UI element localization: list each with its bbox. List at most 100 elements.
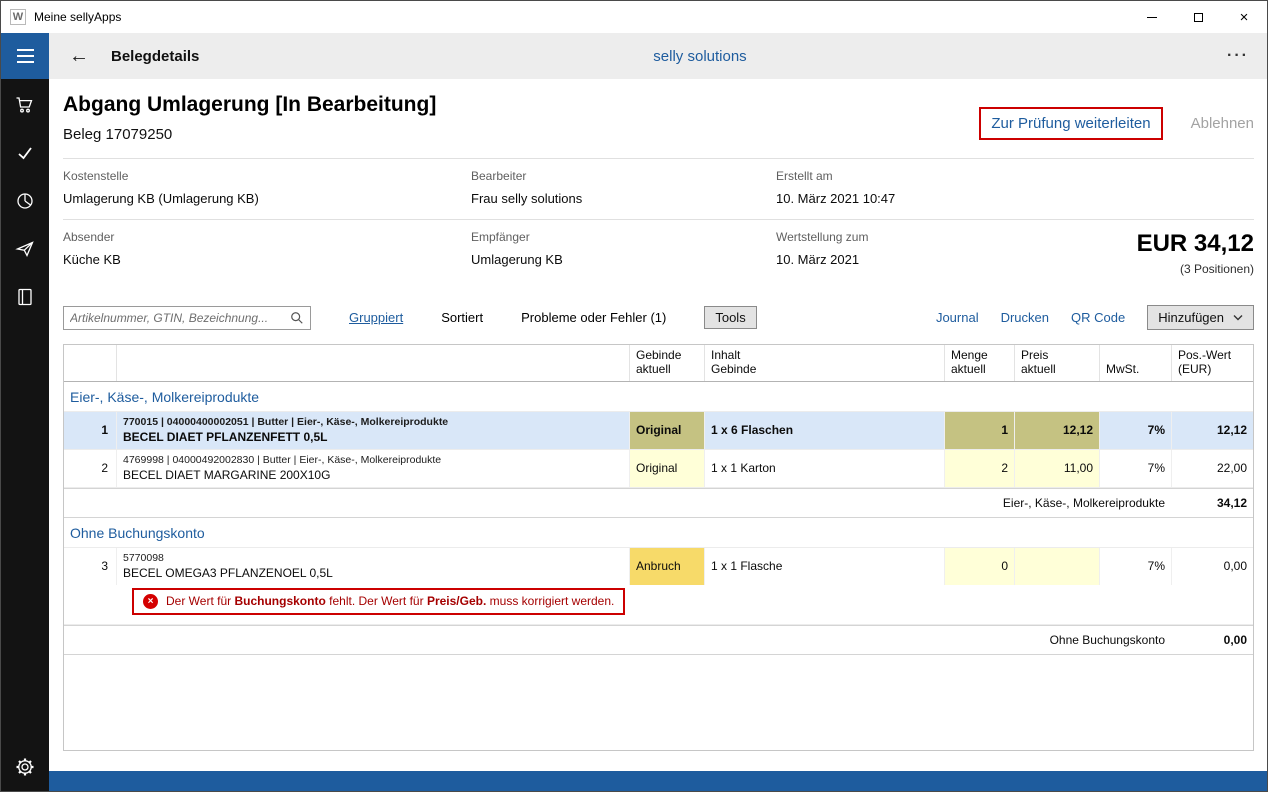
article-cell: 5770098 BECEL OMEGA3 PFLANZENOEL 0,5L (117, 548, 630, 585)
col-mwst: MwSt. (1100, 345, 1172, 381)
menge-cell[interactable]: 0 (945, 548, 1015, 585)
article-cell: 770015 | 04000400002051 | Butter | Eier-… (117, 412, 630, 449)
wert-cell: 12,12 (1172, 412, 1253, 449)
info-kostenstelle: Kostenstelle Umlagerung KB (Umlagerung K… (63, 169, 471, 206)
forward-for-review-button[interactable]: Zur Prüfung weiterleiten (979, 107, 1162, 140)
send-icon (15, 239, 35, 259)
hamburger-icon (17, 49, 34, 51)
more-options-icon[interactable]: ··· (1227, 47, 1249, 65)
bottom-accent-bar (49, 771, 1267, 791)
table-row-2[interactable]: 2 4769998 | 04000492002830 | Butter | Ei… (64, 450, 1253, 488)
table-header-row: Gebinde aktuell Inhalt Gebinde Menge akt… (64, 345, 1253, 382)
group-header-ohne-buchungskonto: Ohne Buchungskonto (64, 518, 1253, 548)
wert-cell: 0,00 (1172, 548, 1253, 585)
journal-icon (15, 287, 35, 307)
document-title: Abgang Umlagerung [In Bearbeitung] (63, 93, 436, 117)
search-icon[interactable] (290, 311, 304, 325)
reject-button[interactable]: Ablehnen (1191, 115, 1254, 132)
gebinde-cell[interactable]: Original (630, 412, 705, 449)
positions-table: Gebinde aktuell Inhalt Gebinde Menge akt… (63, 344, 1254, 751)
close-icon: × (1240, 10, 1249, 25)
gebinde-cell[interactable]: Anbruch (630, 548, 705, 585)
table-row-3[interactable]: 3 5770098 BECEL OMEGA3 PFLANZENOEL 0,5L … (64, 548, 1253, 585)
mwst-cell: 7% (1100, 450, 1172, 487)
group-total-value: 34,12 (1172, 496, 1253, 510)
check-icon (15, 143, 35, 163)
journal-link[interactable]: Journal (936, 310, 979, 325)
maximize-icon (1194, 13, 1203, 22)
col-inhalt: Inhalt Gebinde (705, 345, 945, 381)
row-error-container: × Der Wert für Buchungskonto fehlt. Der … (64, 585, 1253, 625)
minimize-button[interactable] (1129, 1, 1175, 33)
article-meta: 5770098 (123, 552, 164, 564)
article-name: BECEL DIAET MARGARINE 200X10G (123, 468, 330, 482)
col-wert: Pos.-Wert (EUR) (1172, 345, 1253, 381)
info-row-2: Absender Küche KB Empfänger Umlagerung K… (63, 220, 1254, 289)
mwst-cell: 7% (1100, 548, 1172, 585)
info-bearbeiter: Bearbeiter Frau selly solutions (471, 169, 776, 206)
info-erstellt-am: Erstellt am 10. März 2021 10:47 (776, 169, 1076, 206)
article-cell: 4769998 | 04000492002830 | Butter | Eier… (117, 450, 630, 487)
sidebar-item-tasks[interactable] (1, 129, 49, 177)
group-total-value: 0,00 (1172, 633, 1253, 647)
sidebar-item-journal[interactable] (1, 273, 49, 321)
col-number (64, 345, 117, 381)
article-meta: 4769998 | 04000492002830 | Butter | Eier… (123, 454, 441, 466)
problems-link[interactable]: Probleme oder Fehler (1) (521, 310, 666, 325)
sidebar-item-settings[interactable] (1, 743, 49, 791)
gebinde-cell[interactable]: Original (630, 450, 705, 487)
list-toolbar: Gruppiert Sortiert Probleme oder Fehler … (63, 305, 1254, 330)
print-link[interactable]: Drucken (1001, 310, 1049, 325)
col-preis: Preis aktuell (1015, 345, 1100, 381)
title-bar: W Meine sellyApps × (1, 1, 1267, 33)
inhalt-cell: 1 x 1 Karton (705, 450, 945, 487)
info-wertstellung: Wertstellung zum 10. März 2021 (776, 230, 1076, 276)
row-number: 2 (64, 450, 117, 487)
sidebar-item-statistics[interactable] (1, 177, 49, 225)
qr-code-link[interactable]: QR Code (1071, 310, 1125, 325)
document-total: EUR 34,12 (3 Positionen) (1137, 230, 1254, 276)
col-gebinde: Gebinde aktuell (630, 345, 705, 381)
minimize-icon (1147, 17, 1157, 18)
add-button[interactable]: Hinzufügen (1147, 305, 1254, 330)
sidebar-item-cart[interactable] (1, 81, 49, 129)
menge-cell[interactable]: 2 (945, 450, 1015, 487)
preis-cell[interactable]: 11,00 (1015, 450, 1100, 487)
group-total-molkereiprodukte: Eier-, Käse-, Molkereiprodukte 34,12 (64, 488, 1253, 518)
gear-icon (15, 757, 35, 777)
table-row-1[interactable]: 1 770015 | 04000400002051 | Butter | Eie… (64, 412, 1253, 450)
window-controls: × (1129, 1, 1267, 33)
preis-cell[interactable] (1015, 548, 1100, 585)
app-header: ← Belegdetails selly solutions ··· (1, 33, 1267, 79)
cart-icon (15, 95, 35, 115)
maximize-button[interactable] (1175, 1, 1221, 33)
info-absender: Absender Küche KB (63, 230, 471, 276)
article-name: BECEL DIAET PFLANZENFETT 0,5L (123, 430, 327, 444)
hamburger-menu-button[interactable] (1, 33, 49, 79)
tools-button[interactable]: Tools (704, 306, 756, 329)
close-button[interactable]: × (1221, 1, 1267, 33)
search-box (63, 306, 311, 330)
menge-cell[interactable]: 1 (945, 412, 1015, 449)
col-article (117, 345, 630, 381)
document-number: Beleg 17079250 (63, 126, 436, 143)
sorted-link[interactable]: Sortiert (441, 310, 483, 325)
preis-cell[interactable]: 12,12 (1015, 412, 1100, 449)
error-icon: × (143, 594, 158, 609)
group-total-label: Ohne Buchungskonto (64, 633, 1172, 647)
grouped-link[interactable]: Gruppiert (349, 310, 403, 325)
info-empfaenger: Empfänger Umlagerung KB (471, 230, 776, 276)
main-content: Abgang Umlagerung [In Bearbeitung] Beleg… (49, 79, 1267, 791)
validation-error-message: × Der Wert für Buchungskonto fehlt. Der … (132, 588, 625, 615)
search-input[interactable] (70, 311, 290, 325)
sidebar-item-send[interactable] (1, 225, 49, 273)
article-name: BECEL OMEGA3 PFLANZENOEL 0,5L (123, 566, 333, 580)
app-logo-icon: W (10, 9, 26, 25)
nav-sidebar (1, 79, 49, 791)
group-total-ohne-buchungskonto: Ohne Buchungskonto 0,00 (64, 625, 1253, 655)
row-number: 1 (64, 412, 117, 449)
positions-count: (3 Positionen) (1137, 262, 1254, 276)
inhalt-cell: 1 x 6 Flaschen (705, 412, 945, 449)
back-arrow-icon[interactable]: ← (69, 46, 89, 66)
document-heading: Abgang Umlagerung [In Bearbeitung] Beleg… (63, 93, 436, 143)
